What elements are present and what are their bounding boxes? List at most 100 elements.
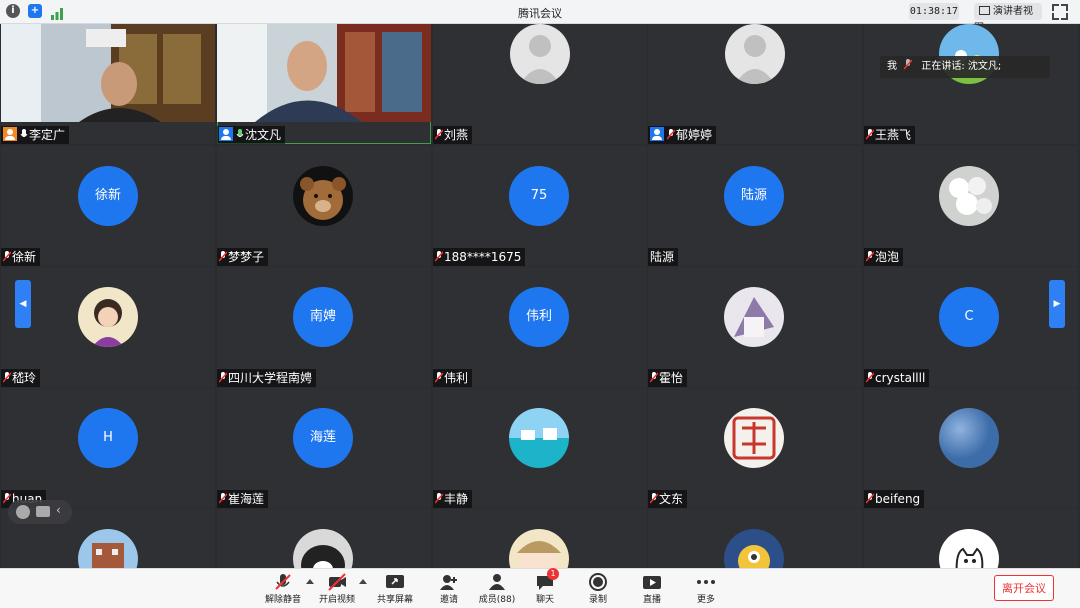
participant-tile[interactable]: 徐新 徐新 — [1, 146, 215, 266]
members-icon — [487, 572, 507, 592]
mic-muted-icon — [865, 370, 875, 383]
participant-name: 郁婷婷 — [676, 128, 713, 142]
participant-tile[interactable]: 嵇玲 — [1, 267, 215, 387]
members-button[interactable]: 成员(88) — [472, 572, 522, 606]
start-video-button[interactable]: 开启视频 — [312, 572, 362, 606]
avatar — [939, 166, 999, 226]
unmute-button[interactable]: 解除静音 — [258, 572, 308, 606]
participant-name: 梦梦子 — [228, 250, 265, 264]
next-page-icon[interactable]: ▶ — [1049, 280, 1065, 328]
avatar: 伟利 — [509, 287, 569, 347]
video-options-caret-icon[interactable] — [359, 579, 367, 584]
participant-video — [217, 24, 431, 122]
mic-muted-icon — [2, 249, 12, 262]
participant-tile[interactable]: 伟利 伟利 — [433, 267, 647, 387]
avatar — [78, 529, 138, 568]
participant-tile[interactable]: 王燕飞 — [864, 24, 1078, 144]
participant-name: 崔海莲 — [228, 492, 265, 506]
mic-muted-icon — [2, 491, 12, 504]
participant-tile[interactable]: beifeng — [864, 388, 1078, 508]
chat-button[interactable]: 1 聊天 — [520, 568, 570, 606]
avatar — [939, 408, 999, 468]
mic-muted-icon — [649, 370, 659, 383]
participant-name: 刘燕 — [444, 128, 469, 142]
collapse-icon[interactable]: ‹ — [56, 503, 61, 517]
share-screen-button[interactable]: 共享屏幕 — [370, 572, 420, 606]
live-label: 直播 — [642, 595, 661, 605]
participant-video — [1, 24, 215, 122]
record-button[interactable]: 录制 — [573, 572, 623, 606]
participant-tile[interactable]: 郁婷婷 — [648, 24, 862, 144]
participant-tile[interactable]: 文东 — [648, 388, 862, 508]
record-icon — [588, 572, 608, 592]
participant-tile[interactable] — [217, 509, 431, 568]
avatar: 南娉 — [293, 287, 353, 347]
mic-muted-icon — [434, 127, 444, 140]
participant-tile[interactable] — [648, 509, 862, 568]
avatar — [509, 408, 569, 468]
invite-button[interactable]: 邀请 — [424, 572, 474, 606]
emoji-icon[interactable] — [16, 505, 30, 519]
avatar — [724, 529, 784, 568]
more-label: 更多 — [696, 595, 715, 605]
participant-name: 李定广 — [29, 128, 66, 142]
participant-tile[interactable]: 丰静 — [433, 388, 647, 508]
participant-tile[interactable] — [864, 509, 1078, 568]
mic-icon — [20, 127, 28, 138]
participant-name: 嵇玲 — [12, 371, 37, 385]
self-label: 我 — [887, 61, 897, 72]
participant-name: 徐新 — [12, 250, 37, 264]
participant-tile[interactable]: H huan — [1, 388, 215, 508]
live-button[interactable]: 直播 — [627, 572, 677, 606]
fullscreen-icon[interactable] — [1052, 4, 1068, 20]
chat-bubble-icon[interactable] — [36, 506, 50, 517]
participant-tile[interactable]: 泡泡 — [864, 146, 1078, 266]
unmute-label: 解除静音 — [264, 595, 301, 605]
participant-tile[interactable]: 李定广 — [1, 24, 215, 144]
mic-muted-icon — [865, 491, 875, 504]
live-icon — [642, 572, 662, 592]
participant-tile[interactable]: 刘燕 — [433, 24, 647, 144]
mic-muted-icon — [434, 249, 444, 262]
leave-meeting-button[interactable]: 离开会议 — [994, 575, 1054, 601]
participant-tile[interactable]: 霍怡 — [648, 267, 862, 387]
participant-tile[interactable]: 陆源 陆源 — [648, 146, 862, 266]
avatar — [509, 529, 569, 568]
participant-grid: 李定广 沈文凡 刘燕 郁婷婷 王燕飞 徐新 徐新 梦梦子 75 188****1… — [0, 24, 1080, 568]
host-icon — [3, 127, 17, 141]
chat-icon: 1 — [535, 568, 559, 592]
avatar — [293, 166, 353, 226]
mic-muted-icon — [865, 127, 875, 140]
mic-muted-icon — [649, 491, 659, 504]
participant-tile[interactable]: 海莲 崔海莲 — [217, 388, 431, 508]
avatar — [724, 287, 784, 347]
mic-muted-icon — [218, 370, 228, 383]
participant-tile[interactable]: 75 188****1675 — [433, 146, 647, 266]
avatar: 75 — [509, 166, 569, 226]
participant-name: 四川大学程南娉 — [228, 371, 313, 385]
chat-label: 聊天 — [535, 595, 554, 605]
avatar: C — [939, 287, 999, 347]
avatar — [78, 287, 138, 347]
mic-muted-icon — [666, 127, 676, 140]
participant-tile[interactable]: 梦梦子 — [217, 146, 431, 266]
participant-name: 霍怡 — [659, 371, 684, 385]
participant-name: 丰静 — [444, 492, 469, 506]
start-video-label: 开启视频 — [318, 595, 355, 605]
mic-off-icon — [273, 572, 293, 592]
host-icon — [219, 127, 233, 141]
speaker-view-button[interactable]: 演讲者视图 — [974, 3, 1042, 34]
participant-name: 文东 — [659, 492, 684, 506]
participant-tile[interactable] — [433, 509, 647, 568]
avatar — [293, 529, 353, 568]
share-screen-label: 共享屏幕 — [376, 595, 413, 605]
mic-icon — [236, 127, 244, 138]
share-screen-icon — [385, 572, 405, 592]
avatar: 陆源 — [724, 166, 784, 226]
participant-tile[interactable]: 南娉 四川大学程南娉 — [217, 267, 431, 387]
members-label: 成员(88) — [478, 595, 516, 605]
participant-tile[interactable]: C crystallll — [864, 267, 1078, 387]
prev-page-icon[interactable]: ◀ — [15, 280, 31, 328]
participant-tile[interactable]: 沈文凡 — [217, 24, 431, 144]
more-button[interactable]: 更多 — [681, 572, 731, 606]
